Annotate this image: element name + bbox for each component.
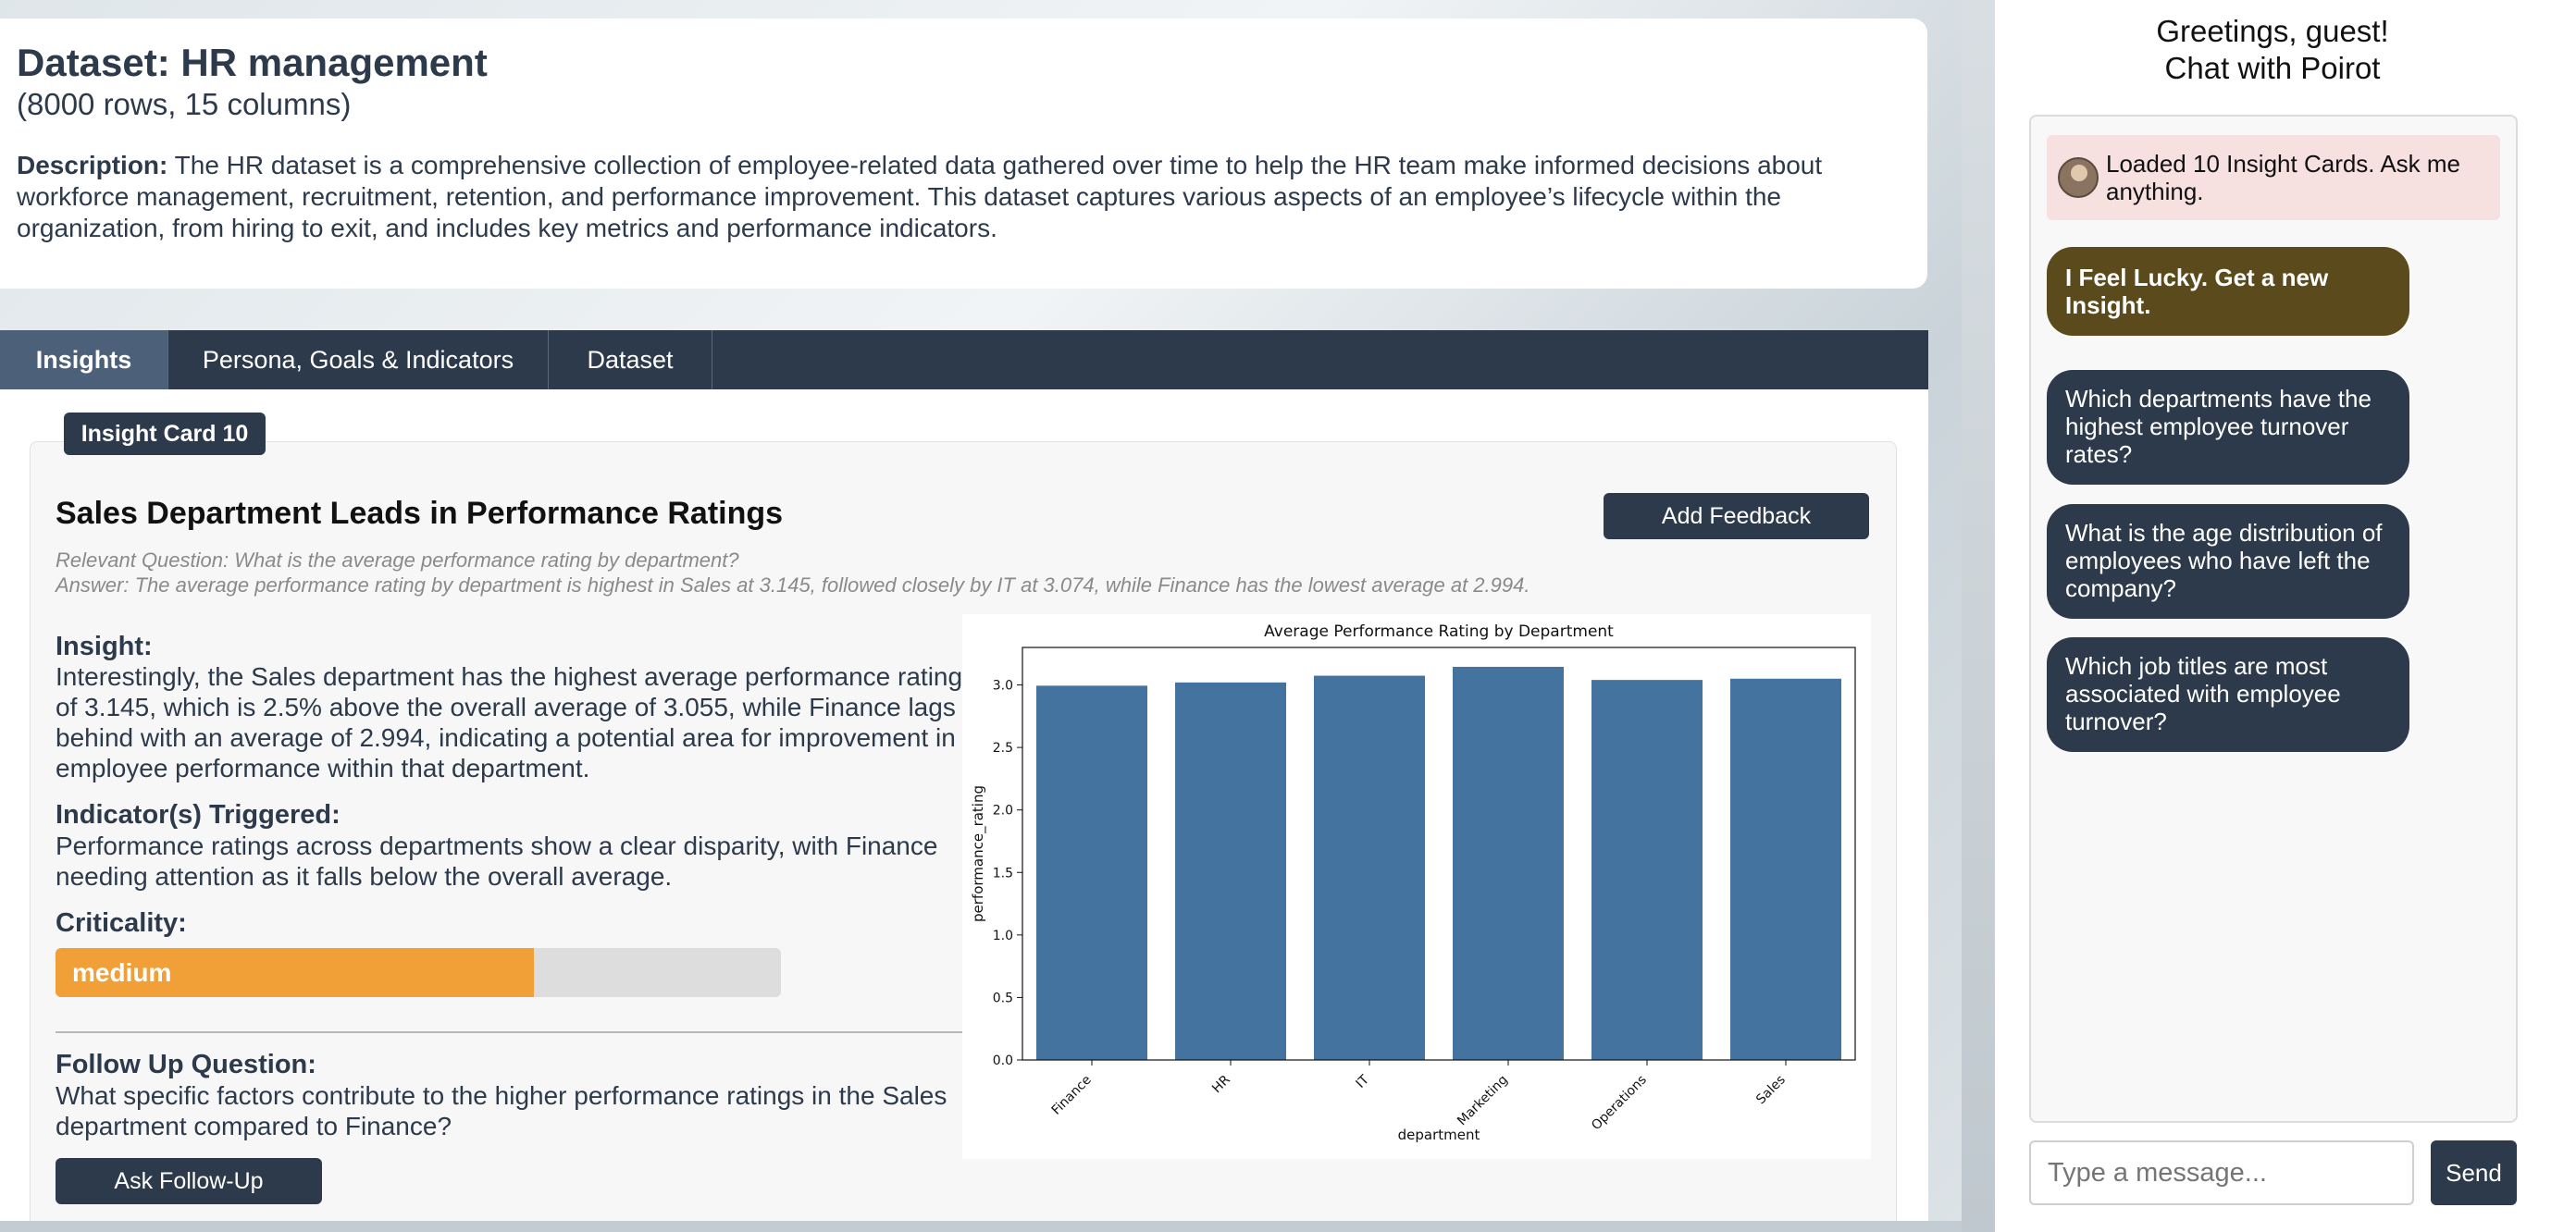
followup-text: What specific factors contribute to the … <box>56 1081 947 1140</box>
feel-lucky-button[interactable]: I Feel Lucky. Get a new Insight. <box>2047 247 2409 336</box>
chat-greeting: Greetings, guest! Chat with Poirot <box>1995 13 2550 87</box>
ask-follow-up-button[interactable]: Ask Follow-Up <box>56 1158 322 1204</box>
poirot-avatar <box>2058 157 2099 198</box>
followup-heading: Follow Up Question: <box>56 1050 316 1079</box>
suggestion-button[interactable]: What is the age distribution of employee… <box>2047 504 2409 619</box>
chart-bar <box>1314 675 1425 1060</box>
tab-bar: Insights Persona, Goals & Indicators Dat… <box>0 330 1928 389</box>
x-tick-label: Operations <box>1589 1073 1650 1134</box>
performance-chart: Average Performance Rating by Department… <box>962 614 1871 1159</box>
side-background <box>1962 0 1995 1232</box>
tab-insights[interactable]: Insights <box>0 330 168 389</box>
y-tick-label: 1.5 <box>993 866 1013 881</box>
indicator-text: Performance ratings across departments s… <box>56 832 938 891</box>
chart-bar <box>1591 680 1703 1060</box>
suggestion-button[interactable]: Which departments have the highest emplo… <box>2047 370 2409 485</box>
relevant-question: Relevant Question: What is the average p… <box>56 548 739 572</box>
insight-heading: Insight: <box>56 632 153 661</box>
bottom-strip <box>0 1221 1962 1232</box>
y-tick-label: 0.5 <box>993 991 1013 1005</box>
dataset-size: (8000 rows, 15 columns) <box>17 87 352 121</box>
indicator-heading: Indicator(s) Triggered: <box>56 800 341 830</box>
x-tick-label: Marketing <box>1455 1073 1511 1129</box>
criticality-fill: medium <box>56 948 535 997</box>
y-tick-label: 1.0 <box>993 929 1013 943</box>
chart-bar <box>1730 678 1841 1060</box>
message-input[interactable] <box>2029 1140 2414 1205</box>
chart-svg: Average Performance Rating by Department… <box>970 622 1856 1143</box>
relevant-answer: Answer: The average performance rating b… <box>56 573 1530 597</box>
tab-dataset[interactable]: Dataset <box>549 330 712 389</box>
x-tick-label: HR <box>1209 1072 1233 1096</box>
x-tick-label: Finance <box>1049 1073 1095 1118</box>
description-text: The HR dataset is a comprehensive collec… <box>17 151 1823 242</box>
y-tick-label: 0.0 <box>993 1053 1013 1068</box>
y-tick-label: 2.5 <box>993 741 1013 756</box>
y-tick-label: 2.0 <box>993 804 1013 819</box>
suggestion-button[interactable]: Which job titles are most associated wit… <box>2047 637 2409 752</box>
x-axis-label: department <box>1398 1127 1480 1143</box>
description-label: Description: <box>17 151 168 179</box>
y-tick-label: 3.0 <box>993 679 1013 694</box>
x-tick-label: IT <box>1354 1072 1373 1091</box>
chart-title: Average Performance Rating by Department <box>1264 622 1614 641</box>
greeting-line-2: Chat with Poirot <box>2164 51 2381 85</box>
chart-bar <box>1175 682 1286 1060</box>
chart-bar <box>1453 666 1564 1060</box>
insight-card-badge: Insight Card 10 <box>64 413 266 455</box>
criticality-heading: Criticality: <box>56 908 187 938</box>
section-divider <box>56 1031 962 1033</box>
y-axis-label: performance_rating <box>970 785 987 922</box>
chart-bar <box>1036 685 1147 1060</box>
tab-persona-goals-indicators[interactable]: Persona, Goals & Indicators <box>168 330 549 389</box>
send-button[interactable]: Send <box>2431 1140 2517 1205</box>
greeting-line-1: Greetings, guest! <box>2156 14 2389 48</box>
insight-title: Sales Department Leads in Performance Ra… <box>56 496 784 531</box>
dataset-description: Description: The HR dataset is a compreh… <box>17 150 1913 244</box>
system-message: Loaded 10 Insight Cards. Ask me anything… <box>2047 135 2500 220</box>
system-message-text: Loaded 10 Insight Cards. Ask me anything… <box>2106 150 2461 205</box>
x-tick-label: Sales <box>1753 1073 1789 1108</box>
insight-text: Interestingly, the Sales department has … <box>56 662 963 782</box>
dataset-title: Dataset: HR management <box>17 41 488 84</box>
criticality-bar: medium <box>56 948 781 997</box>
add-feedback-button[interactable]: Add Feedback <box>1604 493 1869 539</box>
